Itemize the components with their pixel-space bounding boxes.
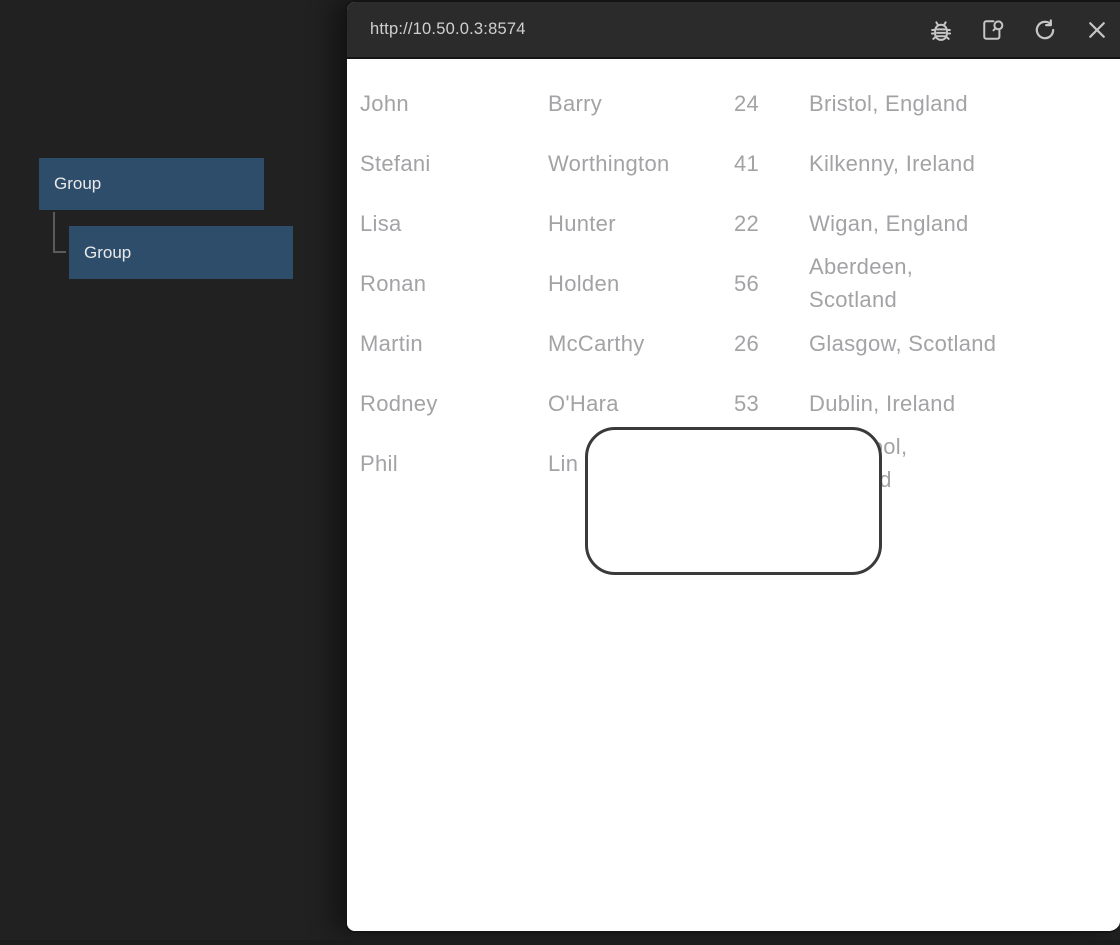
last-name-cell: Barry bbox=[548, 90, 603, 116]
table-row: John Barry 24 Bristol, England bbox=[347, 73, 1120, 133]
table-row: Lisa Hunter 22 Wigan, England bbox=[347, 193, 1120, 253]
last-name-cell: Hunter bbox=[548, 210, 616, 236]
first-name-cell: John bbox=[360, 90, 409, 116]
close-button[interactable] bbox=[1082, 15, 1112, 45]
tree-connector-horizontal bbox=[53, 251, 66, 253]
url-bar[interactable]: http://10.50.0.3:8574 bbox=[370, 20, 904, 39]
first-name-cell: Rodney bbox=[360, 390, 438, 416]
close-icon bbox=[1089, 21, 1105, 38]
last-name-cell: McCarthy bbox=[548, 330, 645, 356]
titlebar: http://10.50.0.3:8574 bbox=[347, 2, 1120, 59]
bug-icon bbox=[930, 20, 952, 41]
table-row: Rodney O'Hara 53 Dublin, Ireland bbox=[347, 373, 1120, 433]
popup-overlay bbox=[585, 427, 882, 575]
city-cell: Kilkenny, Ireland bbox=[809, 150, 976, 176]
age-cell: 53 bbox=[734, 390, 760, 416]
age-cell: 22 bbox=[734, 210, 760, 236]
first-name-cell: Stefani bbox=[360, 150, 431, 176]
tree-connector-vertical bbox=[53, 212, 55, 253]
age-cell: 26 bbox=[734, 330, 760, 356]
tree-node-label: Group bbox=[54, 174, 102, 193]
refresh-icon bbox=[1035, 18, 1055, 39]
age-cell: 41 bbox=[734, 150, 760, 176]
first-name-cell: Martin bbox=[360, 330, 423, 356]
refresh-button[interactable] bbox=[1030, 15, 1060, 45]
city-cell: Dublin, Ireland bbox=[809, 390, 956, 416]
bottom-edge-strip bbox=[0, 940, 1120, 945]
last-name-cell: O'Hara bbox=[548, 390, 619, 416]
last-name-cell: Worthington bbox=[548, 150, 670, 176]
table-row: Stefani Worthington 41 Kilkenny, Ireland bbox=[347, 133, 1120, 193]
age-cell: 56 bbox=[734, 270, 760, 296]
desktop: { "colors": { "background": "#212121", "… bbox=[0, 0, 1120, 945]
page-search-icon bbox=[983, 19, 1004, 40]
city-cell: Wigan, England bbox=[809, 210, 969, 236]
debug-button[interactable] bbox=[926, 15, 956, 45]
city-cell: Glasgow, Scotland bbox=[809, 330, 997, 356]
tree-node-group-1[interactable]: Group bbox=[39, 158, 264, 210]
first-name-cell: Lisa bbox=[360, 210, 402, 236]
tree-node-label: Group bbox=[84, 242, 132, 262]
city-cell: Bristol, England bbox=[809, 90, 968, 116]
first-name-cell: Ronan bbox=[360, 270, 427, 296]
inspect-button[interactable] bbox=[978, 15, 1008, 45]
preview-window: http://10.50.0.3:8574 John Barry 24 Bris… bbox=[345, 0, 1120, 933]
tree-node-group-2[interactable]: Group bbox=[69, 226, 293, 279]
city-cell: Aberdeen, Scotland bbox=[809, 254, 914, 312]
age-cell: 24 bbox=[734, 90, 760, 116]
page-content: John Barry 24 Bristol, England Stefani W… bbox=[347, 59, 1120, 931]
last-name-cell: Holden bbox=[548, 270, 620, 296]
first-name-cell: Phil bbox=[360, 450, 398, 476]
table-row: Martin McCarthy 26 Glasgow, Scotland bbox=[347, 313, 1120, 373]
table-row: Ronan Holden 56 Aberdeen, Scotland bbox=[347, 253, 1120, 313]
